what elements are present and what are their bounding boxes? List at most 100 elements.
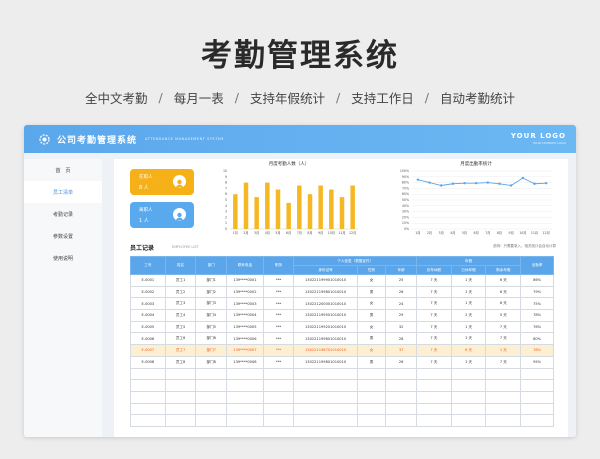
feature-item: 自动考勤统计	[439, 91, 515, 106]
table-cell: ***	[262, 320, 295, 334]
table-cell: 员工8	[164, 355, 197, 369]
table-cell: E-0004	[130, 309, 166, 322]
table-cell: 7 天	[415, 297, 452, 311]
y-tick-label: 100%	[400, 169, 409, 173]
empty-cell	[385, 390, 417, 404]
table-cell: E-0006	[130, 332, 166, 346]
table-cell: 1 天	[485, 344, 522, 357]
table-cell: 7 天	[415, 344, 452, 357]
x-tick-label: 11月	[338, 231, 345, 235]
empty-cell	[130, 414, 166, 427]
y-tick-label: 70%	[402, 186, 409, 190]
empty-cell	[415, 379, 452, 392]
empty-cell	[195, 367, 228, 381]
empty-cell	[164, 402, 197, 416]
empty-cell	[356, 367, 387, 381]
table-cell: 员工6	[164, 332, 197, 346]
table-cell: 5 天	[485, 309, 522, 322]
user-icon	[173, 175, 186, 188]
table-cell: 7 天	[485, 320, 522, 334]
y-tick-label: 4	[225, 204, 227, 208]
gear-logo-icon	[38, 133, 51, 146]
col-header: 剩余年假	[485, 265, 522, 275]
card-title: 离职人	[139, 208, 153, 213]
x-tick-label: 2月	[427, 231, 432, 235]
table-cell: 部门3	[195, 297, 228, 311]
table-cell: 1 天	[450, 285, 487, 299]
x-tick-label: 9月	[509, 231, 514, 235]
table-row[interactable]: E-0001 员工1 部门1 139****0001 *** 13022119990101…	[130, 274, 554, 287]
logo-subtext: YOUR COMPANY LOGO	[532, 141, 566, 145]
empty-cell	[450, 414, 487, 427]
bar	[350, 185, 355, 229]
empty-cell	[262, 379, 295, 392]
x-tick-label: 4月	[265, 231, 270, 235]
table-row[interactable]: E-0005 员工5 部门5 139****0005 *** 13022119920101…	[130, 320, 554, 334]
table-cell: 部门7	[195, 344, 228, 357]
empty-cell	[485, 390, 522, 404]
sidebar-item-2[interactable]: 考勤记录	[24, 203, 102, 225]
table-row[interactable]: E-0002 员工2 部门2 139****0002 *** 13022119980101…	[130, 285, 554, 299]
table-row[interactable]: E-0006 员工6 部门6 139****0006 *** 13022119960101…	[130, 332, 554, 346]
empty-cell	[130, 379, 166, 392]
x-tick-label: 1月	[233, 231, 238, 235]
table-row[interactable]: E-0003 员工3 部门3 139****0003 *** 13022120000101…	[130, 297, 554, 311]
group-header-personal: 个人信息（根据证件）	[293, 256, 417, 266]
sidebar-item-3[interactable]: 参数设置	[24, 225, 102, 247]
table-cell: 部门6	[195, 332, 228, 346]
table-cell: 1 天	[450, 332, 487, 346]
feature-item: 支持年假统计	[249, 91, 325, 106]
table-cell: 1 天	[450, 297, 487, 311]
empty-cell	[356, 379, 387, 392]
data-point	[463, 181, 466, 185]
feature-item: 全中文考勤	[85, 91, 148, 106]
empty-cell	[356, 414, 387, 427]
table-cell: ***	[262, 355, 295, 369]
table-row[interactable]: E-0008 员工8 部门8 139****0008 *** 13022119980101…	[130, 355, 554, 369]
card-value: 8 人	[139, 185, 149, 191]
table-row[interactable]: E-0007 员工7 部门7 139****0007 *** 13022119870101…	[130, 344, 554, 357]
table-cell: 139****0006	[226, 332, 264, 346]
x-tick-label: 7月	[297, 231, 302, 235]
table-cell: E-0001	[130, 274, 166, 287]
col-header: 性别	[356, 265, 387, 275]
sidebar-item-0[interactable]: 首 页	[24, 159, 102, 181]
data-point	[544, 181, 548, 185]
table-header: 工号 姓名 部门 联系电话 职务 个人信息（根据证件） 年假 出勤率 身份证号 …	[130, 256, 554, 275]
x-tick-label: 10月	[519, 231, 526, 235]
table-cell: 7 天	[415, 285, 452, 299]
empty-cell	[195, 402, 228, 416]
table-cell: 28	[385, 332, 417, 346]
x-tick-label: 6月	[286, 231, 291, 235]
table-cell: E-0003	[130, 297, 166, 311]
y-tick-label: 20%	[402, 215, 409, 219]
table-row[interactable]: E-0004 员工4 部门4 139****0004 *** 13022119950101…	[130, 309, 554, 322]
attendance-rate-line-chart: 月度出勤率统计 0% 10% 20% 30% 40% 50% 60% 70% 80% 90% 100…	[396, 161, 556, 239]
empty-table-row	[130, 390, 554, 404]
table-cell: 部门4	[195, 309, 228, 322]
col-header: 总年休假	[415, 265, 452, 275]
empty-cell	[130, 402, 166, 416]
table-cell: 25	[385, 274, 417, 287]
sidebar-item-1[interactable]: 员工清单	[24, 181, 102, 203]
sidebar-item-4[interactable]: 使用说明	[24, 247, 102, 269]
empty-cell	[195, 379, 228, 392]
table-cell: 7 天	[485, 355, 522, 369]
table-cell: 139****0007	[226, 344, 264, 357]
table-cell: 130221199601010010	[293, 332, 358, 346]
table-cell: 75%	[520, 297, 554, 311]
y-tick-label: 90%	[402, 175, 409, 179]
data-point	[498, 182, 501, 185]
table-cell: 2 天	[450, 309, 487, 322]
table-cell: 130221199901010010	[293, 274, 358, 287]
bar	[307, 194, 313, 229]
col-header: 联系电话	[226, 256, 264, 275]
table-cell: 6 天	[485, 274, 522, 287]
table-cell: 139****0003	[226, 297, 264, 311]
data-point	[474, 181, 478, 185]
empty-cell	[130, 367, 166, 381]
x-tick-label: 3月	[439, 231, 444, 235]
table-body: E-0001 员工1 部门1 139****0001 *** 13022119990101…	[130, 274, 554, 427]
empty-cell	[485, 367, 522, 381]
y-tick-label: 10%	[402, 221, 409, 225]
